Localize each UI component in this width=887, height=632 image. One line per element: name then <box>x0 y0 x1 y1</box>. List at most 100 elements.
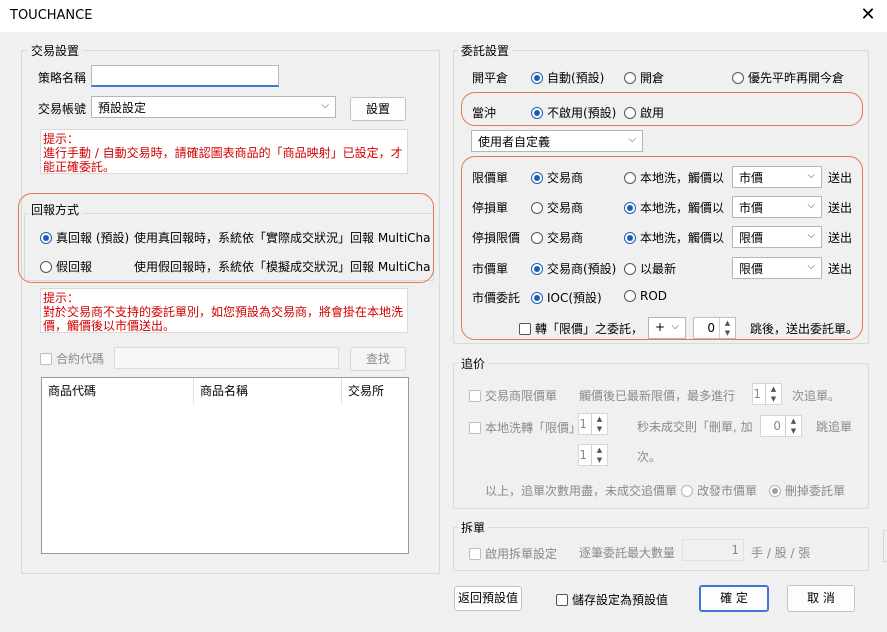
custom-select[interactable]: 使用者自定義 ⌵ <box>471 130 643 152</box>
stop-local-radio[interactable] <box>624 202 636 214</box>
open-close-auto[interactable]: 自動(預設) <box>531 69 604 86</box>
fake-report-radio[interactable] <box>40 261 52 273</box>
convert-check[interactable] <box>519 323 531 335</box>
market-broker-radio[interactable] <box>531 263 543 275</box>
split-max-input[interactable]: 1 <box>682 539 744 561</box>
search-button[interactable]: 查找 <box>350 347 406 371</box>
stepper-arrows-icon[interactable]: ▲ ▼ <box>719 318 735 338</box>
col-product-name[interactable]: 商品名稱 <box>194 378 342 404</box>
market-latest-label: 以最新 <box>640 262 677 276</box>
convert-suffix: 跳後，送出委託單。 <box>750 322 859 336</box>
priority-radio[interactable] <box>732 72 744 84</box>
stop-limit-broker-radio[interactable] <box>531 232 543 244</box>
chase-delete-option[interactable]: 刪掉委託單 <box>769 482 845 499</box>
open-close-open[interactable]: 開倉 <box>624 69 664 86</box>
strategy-input[interactable] <box>91 65 279 87</box>
chevron-down-icon: ⌵ <box>807 170 815 181</box>
chase-broker-checkbox[interactable]: 交易商限價單 <box>469 387 557 404</box>
market-latest-radio[interactable] <box>624 263 636 275</box>
split-enable-check[interactable] <box>469 548 481 560</box>
split-max-value: 1 <box>731 543 739 557</box>
save-default-checkbox[interactable]: 儲存設定為預設值 <box>556 591 668 608</box>
real-report-radio[interactable] <box>40 232 52 244</box>
open-close-priority[interactable]: 優先平昨再開今倉 <box>732 69 844 86</box>
contract-checkbox[interactable]: 合約代碼 <box>40 350 104 367</box>
auto-radio[interactable] <box>531 72 543 84</box>
cancel-button[interactable]: 取 消 <box>787 585 855 612</box>
account-select[interactable]: 預設設定 ⌵ <box>91 96 336 118</box>
chase-local-check[interactable] <box>469 422 481 434</box>
stop-limit-local-radio[interactable] <box>624 232 636 244</box>
chase-local-times-unit: 次。 <box>637 450 662 464</box>
stop-limit-broker-label: 交易商 <box>547 231 584 245</box>
chase-local-desc: 秒未成交則「刪單, 加 <box>637 420 753 434</box>
stepper-arrows-icon[interactable]: ▲ ▼ <box>591 445 607 465</box>
chase-local-sec[interactable]: 1 ▲ ▼ <box>578 413 608 435</box>
stop-broker-radio[interactable] <box>531 202 543 214</box>
ioc-radio[interactable] <box>531 292 543 304</box>
ok-button[interactable]: 確 定 <box>699 585 769 612</box>
chase-market-radio[interactable] <box>681 485 693 497</box>
stepper-arrows-icon[interactable]: ▲ ▼ <box>785 416 801 436</box>
hedge-off-radio[interactable] <box>531 107 543 119</box>
col-exchange[interactable]: 交易所 <box>342 378 408 404</box>
limit-broker-radio[interactable] <box>531 172 543 184</box>
chase-local-label: 本地洗轉「限價」 <box>485 421 582 435</box>
stepper-arrows-icon[interactable]: ▲ ▼ <box>591 414 607 434</box>
limit-local-radio[interactable] <box>624 172 636 184</box>
reset-defaults-button[interactable]: 返回預設值 <box>454 586 522 611</box>
chase-local-ticks[interactable]: 0 ▲ ▼ <box>760 415 802 437</box>
ioc-label: IOC(預設) <box>547 291 602 305</box>
convert-ticks-stepper[interactable]: 0 ▲ ▼ <box>693 317 736 339</box>
close-icon[interactable]: ✕ <box>857 4 879 26</box>
contract-table[interactable]: 商品代碼 商品名稱 交易所 <box>41 377 409 554</box>
market-order-label: 市價單 <box>472 262 509 276</box>
open-radio[interactable] <box>624 72 636 84</box>
report-option-real[interactable]: 真回報 (預設) <box>40 229 129 246</box>
stop-limit-price-value: 限價 <box>739 231 764 245</box>
stop-limit-price-select[interactable]: 限價 ⌵ <box>732 226 822 248</box>
rod-radio[interactable] <box>624 290 636 302</box>
market-price-select[interactable]: 限價 ⌵ <box>732 257 822 279</box>
split-enable-checkbox[interactable]: 啟用拆單設定 <box>469 545 557 562</box>
chase-exhausted-label: 以上，追單次數用盡，未成交追價單 <box>485 484 678 498</box>
report-option-fake[interactable]: 假回報 <box>40 258 92 275</box>
col-product-code[interactable]: 商品代碼 <box>42 378 194 404</box>
trade-tip-body: 進行手動 / 自動交易時，請確認圖表商品的「商品映射」已設定，才能正確委託。 <box>43 146 403 174</box>
chase-broker-check[interactable] <box>469 390 481 402</box>
chase-local-sec-value: 1 <box>579 417 587 431</box>
stop-limit-broker[interactable]: 交易商 <box>531 229 583 246</box>
market-latest[interactable]: 以最新 <box>624 260 676 277</box>
chase-broker-label: 交易商限價單 <box>485 389 558 403</box>
market-broker[interactable]: 交易商(預設) <box>531 260 616 277</box>
convert-sign-select[interactable]: + ⌵ <box>648 317 686 339</box>
settings-button[interactable]: 設置 <box>350 97 406 121</box>
chase-local-times[interactable]: 1 ▲ ▼ <box>578 444 608 466</box>
account-select-value: 預設設定 <box>98 101 147 115</box>
convert-checkbox[interactable]: 轉「限價」之委託， <box>519 320 643 337</box>
fake-report-label: 假回報 <box>56 260 93 274</box>
stop-local[interactable]: 本地洗，觸價以 <box>624 199 724 216</box>
hedge-off[interactable]: 不啟用(預設) <box>531 104 616 121</box>
chase-market-option[interactable]: 改發市價單 <box>681 482 757 499</box>
contract-input[interactable] <box>114 347 339 369</box>
stop-limit-label: 停損限價 <box>472 231 521 245</box>
limit-broker[interactable]: 交易商 <box>531 169 583 186</box>
chase-broker-count[interactable]: 1 ▲ ▼ <box>752 383 782 405</box>
limit-price-select[interactable]: 市價 ⌵ <box>732 166 822 188</box>
stepper-arrows-icon[interactable]: ▲ ▼ <box>765 384 781 404</box>
stop-price-select[interactable]: 市價 ⌵ <box>732 196 822 218</box>
ioc-option[interactable]: IOC(預設) <box>531 289 602 306</box>
title-bar <box>0 0 887 32</box>
rod-option[interactable]: ROD <box>624 289 667 303</box>
stop-broker[interactable]: 交易商 <box>531 199 583 216</box>
chase-local-checkbox[interactable]: 本地洗轉「限價」 <box>469 419 581 436</box>
limit-local[interactable]: 本地洗，觸價以 <box>624 169 724 186</box>
save-default-check[interactable] <box>556 594 568 606</box>
contract-label: 合約代碼 <box>56 352 105 366</box>
stop-limit-local[interactable]: 本地洗，觸價以 <box>624 229 724 246</box>
hedge-on-radio[interactable] <box>624 107 636 119</box>
hedge-on[interactable]: 啟用 <box>624 104 664 121</box>
contract-check[interactable] <box>40 353 52 365</box>
chase-delete-radio[interactable] <box>769 485 781 497</box>
